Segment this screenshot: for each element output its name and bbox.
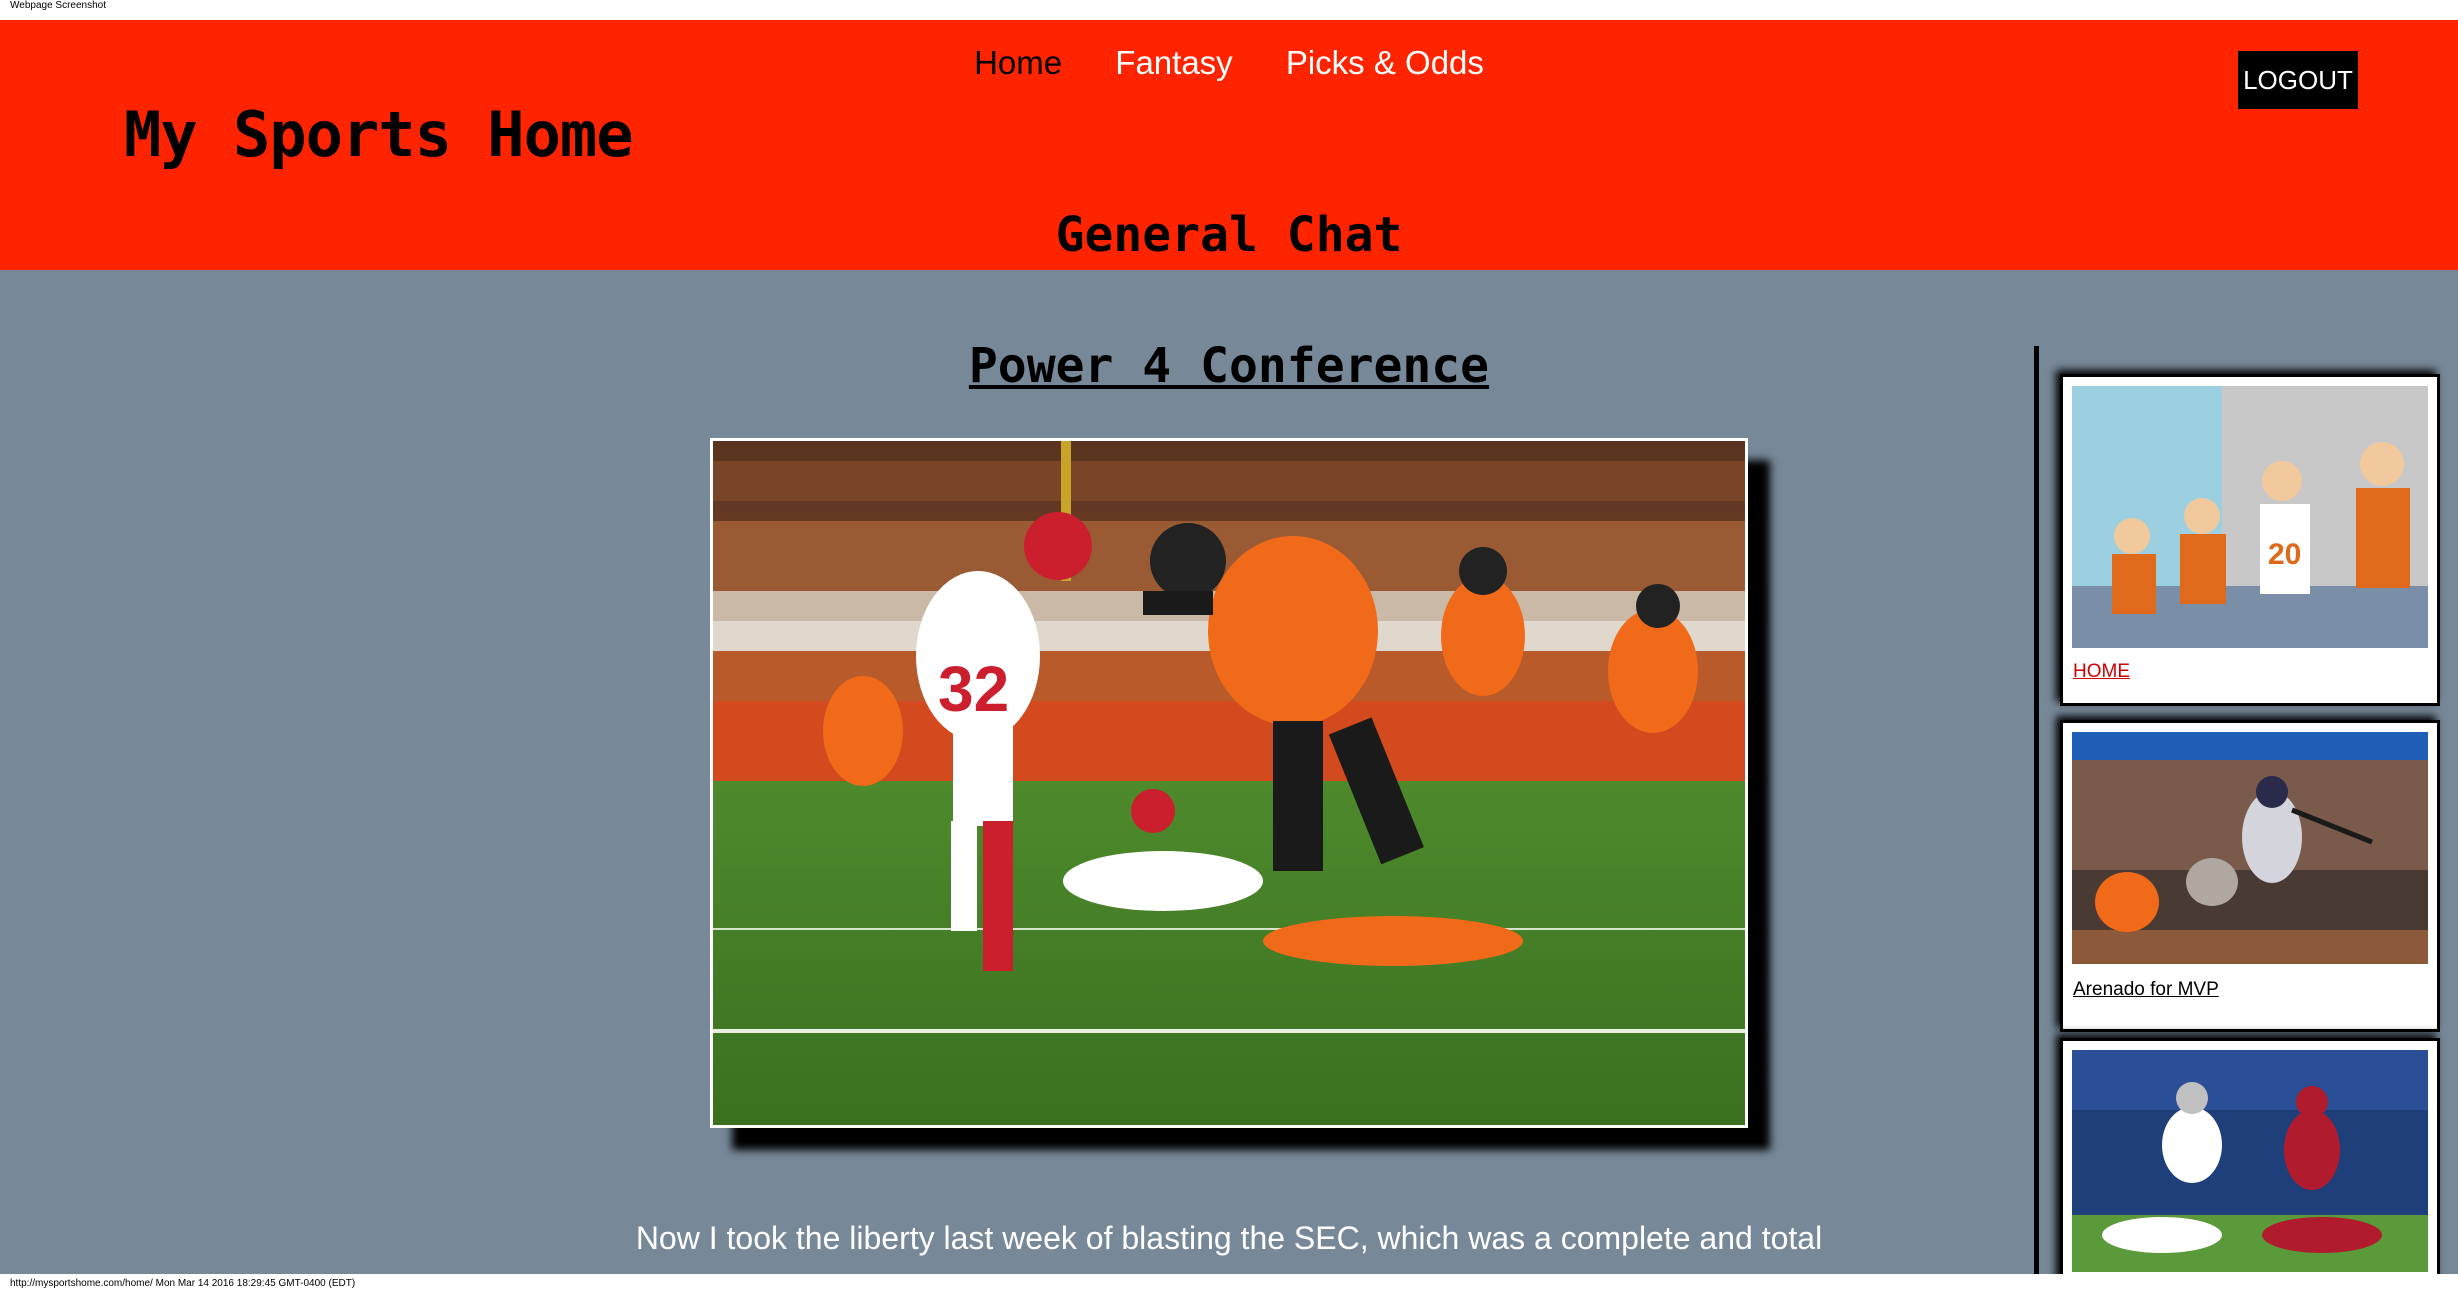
site-title[interactable]: My Sports Home: [124, 98, 634, 171]
cartoon-fans-thumbnail: 20: [2072, 386, 2428, 648]
sidebar-divider: [2034, 346, 2039, 1274]
sidebar-link-arenado[interactable]: Arenado for MVP: [2073, 979, 2219, 1001]
article-hero-image: 32: [710, 438, 1748, 1128]
baseball-thumbnail: [2072, 732, 2428, 964]
sidebar-card-home[interactable]: 20 HOME: [2060, 374, 2440, 706]
section-title: General Chat: [1055, 207, 1403, 263]
football-photo: 32: [713, 441, 1745, 1125]
svg-text:32: 32: [938, 653, 1009, 725]
nav-picks-odds[interactable]: Picks & Odds: [1286, 44, 1484, 82]
site-header: Home Fantasy Picks & Odds My Sports Home…: [0, 20, 2458, 270]
sidebar-card-arenado[interactable]: Arenado for MVP: [2060, 720, 2440, 1032]
logout-button[interactable]: LOGOUT: [2238, 51, 2358, 109]
nav-home[interactable]: Home: [974, 44, 1062, 82]
print-header: Webpage Screenshot: [10, 0, 106, 11]
svg-text:20: 20: [2268, 538, 2301, 571]
sidebar-card-football[interactable]: [2060, 1038, 2440, 1274]
football-thumbnail: [2072, 1050, 2428, 1272]
main-nav: Home Fantasy Picks & Odds: [0, 44, 2458, 82]
nav-fantasy[interactable]: Fantasy: [1115, 44, 1232, 82]
print-footer: http://mysportshome.com/home/ Mon Mar 14…: [10, 1278, 356, 1289]
sidebar-link-home[interactable]: HOME: [2073, 661, 2130, 683]
page: Home Fantasy Picks & Odds My Sports Home…: [0, 20, 2458, 1274]
